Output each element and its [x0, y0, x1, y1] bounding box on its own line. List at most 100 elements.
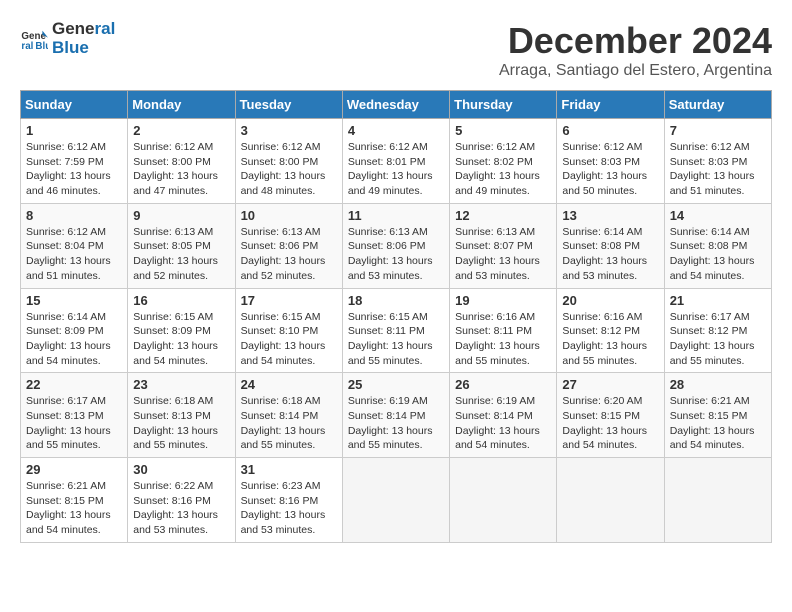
calendar-cell: 17Sunrise: 6:15 AMSunset: 8:10 PMDayligh… — [235, 288, 342, 373]
day-number: 29 — [26, 462, 122, 477]
day-number: 20 — [562, 293, 658, 308]
day-info: Sunrise: 6:19 AMSunset: 8:14 PMDaylight:… — [455, 394, 551, 453]
day-info: Sunrise: 6:23 AMSunset: 8:16 PMDaylight:… — [241, 479, 337, 538]
day-info: Sunrise: 6:13 AMSunset: 8:05 PMDaylight:… — [133, 225, 229, 284]
day-number: 2 — [133, 123, 229, 138]
day-number: 3 — [241, 123, 337, 138]
location-title: Arraga, Santiago del Estero, Argentina — [499, 62, 772, 80]
calendar-cell: 2Sunrise: 6:12 AMSunset: 8:00 PMDaylight… — [128, 119, 235, 204]
day-number: 22 — [26, 377, 122, 392]
header-wednesday: Wednesday — [342, 91, 449, 119]
day-number: 21 — [670, 293, 766, 308]
day-number: 14 — [670, 208, 766, 223]
calendar-cell: 6Sunrise: 6:12 AMSunset: 8:03 PMDaylight… — [557, 119, 664, 204]
day-number: 6 — [562, 123, 658, 138]
calendar-cell: 7Sunrise: 6:12 AMSunset: 8:03 PMDaylight… — [664, 119, 771, 204]
calendar-cell: 13 Sunrise: 6:14 AMSunset: 8:08 PMDayligh… — [557, 203, 664, 288]
day-number: 15 — [26, 293, 122, 308]
svg-text:Blue: Blue — [35, 40, 48, 51]
logo: Gene ral Blue General Blue — [20, 20, 115, 57]
calendar-cell — [342, 458, 449, 543]
calendar-cell: 23Sunrise: 6:18 AMSunset: 8:13 PMDayligh… — [128, 373, 235, 458]
day-number: 26 — [455, 377, 551, 392]
calendar-cell: 14 Sunrise: 6:14 AMSunset: 8:08 PMDayligh… — [664, 203, 771, 288]
calendar-cell: 21 Sunrise: 6:17 AMSunset: 8:12 PMDayligh… — [664, 288, 771, 373]
header-sunday: Sunday — [21, 91, 128, 119]
day-info: Sunrise: 6:15 AMSunset: 8:11 PMDaylight:… — [348, 310, 444, 369]
day-number: 10 — [241, 208, 337, 223]
day-number: 16 — [133, 293, 229, 308]
day-number: 24 — [241, 377, 337, 392]
week-row: 29 Sunrise: 6:21 AMSunset: 8:15 PMDayligh… — [21, 458, 772, 543]
day-info: Sunrise: 6:12 AMSunset: 8:02 PMDaylight:… — [455, 140, 551, 199]
calendar-cell: 25 Sunrise: 6:19 AMSunset: 8:14 PMDayligh… — [342, 373, 449, 458]
day-info: Sunrise: 6:14 AMSunset: 8:09 PMDaylight:… — [26, 310, 122, 369]
day-number: 5 — [455, 123, 551, 138]
calendar-cell: 9 Sunrise: 6:13 AMSunset: 8:05 PMDaylight… — [128, 203, 235, 288]
day-info: Sunrise: 6:12 AMSunset: 8:04 PMDaylight:… — [26, 225, 122, 284]
month-title: December 2024 — [499, 20, 772, 62]
day-info: Sunrise: 6:13 AMSunset: 8:06 PMDaylight:… — [241, 225, 337, 284]
week-row: 1 Sunrise: 6:12 AMSunset: 7:59 PMDaylight… — [21, 119, 772, 204]
day-info: Sunrise: 6:16 AMSunset: 8:11 PMDaylight:… — [455, 310, 551, 369]
day-info: Sunrise: 6:13 AMSunset: 8:06 PMDaylight:… — [348, 225, 444, 284]
day-number: 31 — [241, 462, 337, 477]
day-number: 25 — [348, 377, 444, 392]
calendar-cell: 12 Sunrise: 6:13 AMSunset: 8:07 PMDayligh… — [450, 203, 557, 288]
day-info: Sunrise: 6:22 AMSunset: 8:16 PMDaylight:… — [133, 479, 229, 538]
day-info: Sunrise: 6:21 AMSunset: 8:15 PMDaylight:… — [26, 479, 122, 538]
calendar-cell: 24Sunrise: 6:18 AMSunset: 8:14 PMDayligh… — [235, 373, 342, 458]
logo-icon: Gene ral Blue — [20, 25, 48, 53]
calendar-cell: 19Sunrise: 6:16 AMSunset: 8:11 PMDayligh… — [450, 288, 557, 373]
day-info: Sunrise: 6:21 AMSunset: 8:15 PMDaylight:… — [670, 394, 766, 453]
day-info: Sunrise: 6:14 AMSunset: 8:08 PMDaylight:… — [562, 225, 658, 284]
day-number: 9 — [133, 208, 229, 223]
day-info: Sunrise: 6:17 AMSunset: 8:12 PMDaylight:… — [670, 310, 766, 369]
day-info: Sunrise: 6:12 AMSunset: 8:01 PMDaylight:… — [348, 140, 444, 199]
day-number: 8 — [26, 208, 122, 223]
calendar-cell: 11 Sunrise: 6:13 AMSunset: 8:06 PMDayligh… — [342, 203, 449, 288]
day-info: Sunrise: 6:13 AMSunset: 8:07 PMDaylight:… — [455, 225, 551, 284]
day-info: Sunrise: 6:20 AMSunset: 8:15 PMDaylight:… — [562, 394, 658, 453]
calendar-cell — [450, 458, 557, 543]
calendar-cell: 15 Sunrise: 6:14 AMSunset: 8:09 PMDayligh… — [21, 288, 128, 373]
calendar-cell: 18Sunrise: 6:15 AMSunset: 8:11 PMDayligh… — [342, 288, 449, 373]
day-number: 12 — [455, 208, 551, 223]
calendar-cell: 31 Sunrise: 6:23 AMSunset: 8:16 PMDayligh… — [235, 458, 342, 543]
title-area: December 2024 Arraga, Santiago del Ester… — [499, 20, 772, 80]
day-number: 28 — [670, 377, 766, 392]
calendar-cell: 28 Sunrise: 6:21 AMSunset: 8:15 PMDayligh… — [664, 373, 771, 458]
day-info: Sunrise: 6:12 AMSunset: 8:00 PMDaylight:… — [241, 140, 337, 199]
day-info: Sunrise: 6:19 AMSunset: 8:14 PMDaylight:… — [348, 394, 444, 453]
day-number: 30 — [133, 462, 229, 477]
calendar-cell: 20 Sunrise: 6:16 AMSunset: 8:12 PMDayligh… — [557, 288, 664, 373]
header-tuesday: Tuesday — [235, 91, 342, 119]
calendar-cell: 26 Sunrise: 6:19 AMSunset: 8:14 PMDayligh… — [450, 373, 557, 458]
calendar-cell: 5 Sunrise: 6:12 AMSunset: 8:02 PMDaylight… — [450, 119, 557, 204]
day-info: Sunrise: 6:16 AMSunset: 8:12 PMDaylight:… — [562, 310, 658, 369]
header-friday: Friday — [557, 91, 664, 119]
calendar-cell: 1 Sunrise: 6:12 AMSunset: 7:59 PMDaylight… — [21, 119, 128, 204]
calendar-cell: 29 Sunrise: 6:21 AMSunset: 8:15 PMDayligh… — [21, 458, 128, 543]
day-number: 7 — [670, 123, 766, 138]
calendar-cell — [557, 458, 664, 543]
day-number: 17 — [241, 293, 337, 308]
day-number: 1 — [26, 123, 122, 138]
day-number: 13 — [562, 208, 658, 223]
day-number: 4 — [348, 123, 444, 138]
calendar-cell — [664, 458, 771, 543]
day-info: Sunrise: 6:12 AMSunset: 7:59 PMDaylight:… — [26, 140, 122, 199]
header-saturday: Saturday — [664, 91, 771, 119]
calendar-cell: 8 Sunrise: 6:12 AMSunset: 8:04 PMDaylight… — [21, 203, 128, 288]
calendar-cell: 4 Sunrise: 6:12 AMSunset: 8:01 PMDaylight… — [342, 119, 449, 204]
calendar-cell: 30 Sunrise: 6:22 AMSunset: 8:16 PMDayligh… — [128, 458, 235, 543]
calendar-cell: 16 Sunrise: 6:15 AMSunset: 8:09 PMDayligh… — [128, 288, 235, 373]
day-number: 11 — [348, 208, 444, 223]
calendar-table: SundayMondayTuesdayWednesdayThursdayFrid… — [20, 90, 772, 543]
day-number: 27 — [562, 377, 658, 392]
calendar-cell: 22 Sunrise: 6:17 AMSunset: 8:13 PMDayligh… — [21, 373, 128, 458]
day-info: Sunrise: 6:17 AMSunset: 8:13 PMDaylight:… — [26, 394, 122, 453]
day-info: Sunrise: 6:15 AMSunset: 8:09 PMDaylight:… — [133, 310, 229, 369]
calendar-cell: 10 Sunrise: 6:13 AMSunset: 8:06 PMDayligh… — [235, 203, 342, 288]
day-info: Sunrise: 6:14 AMSunset: 8:08 PMDaylight:… — [670, 225, 766, 284]
